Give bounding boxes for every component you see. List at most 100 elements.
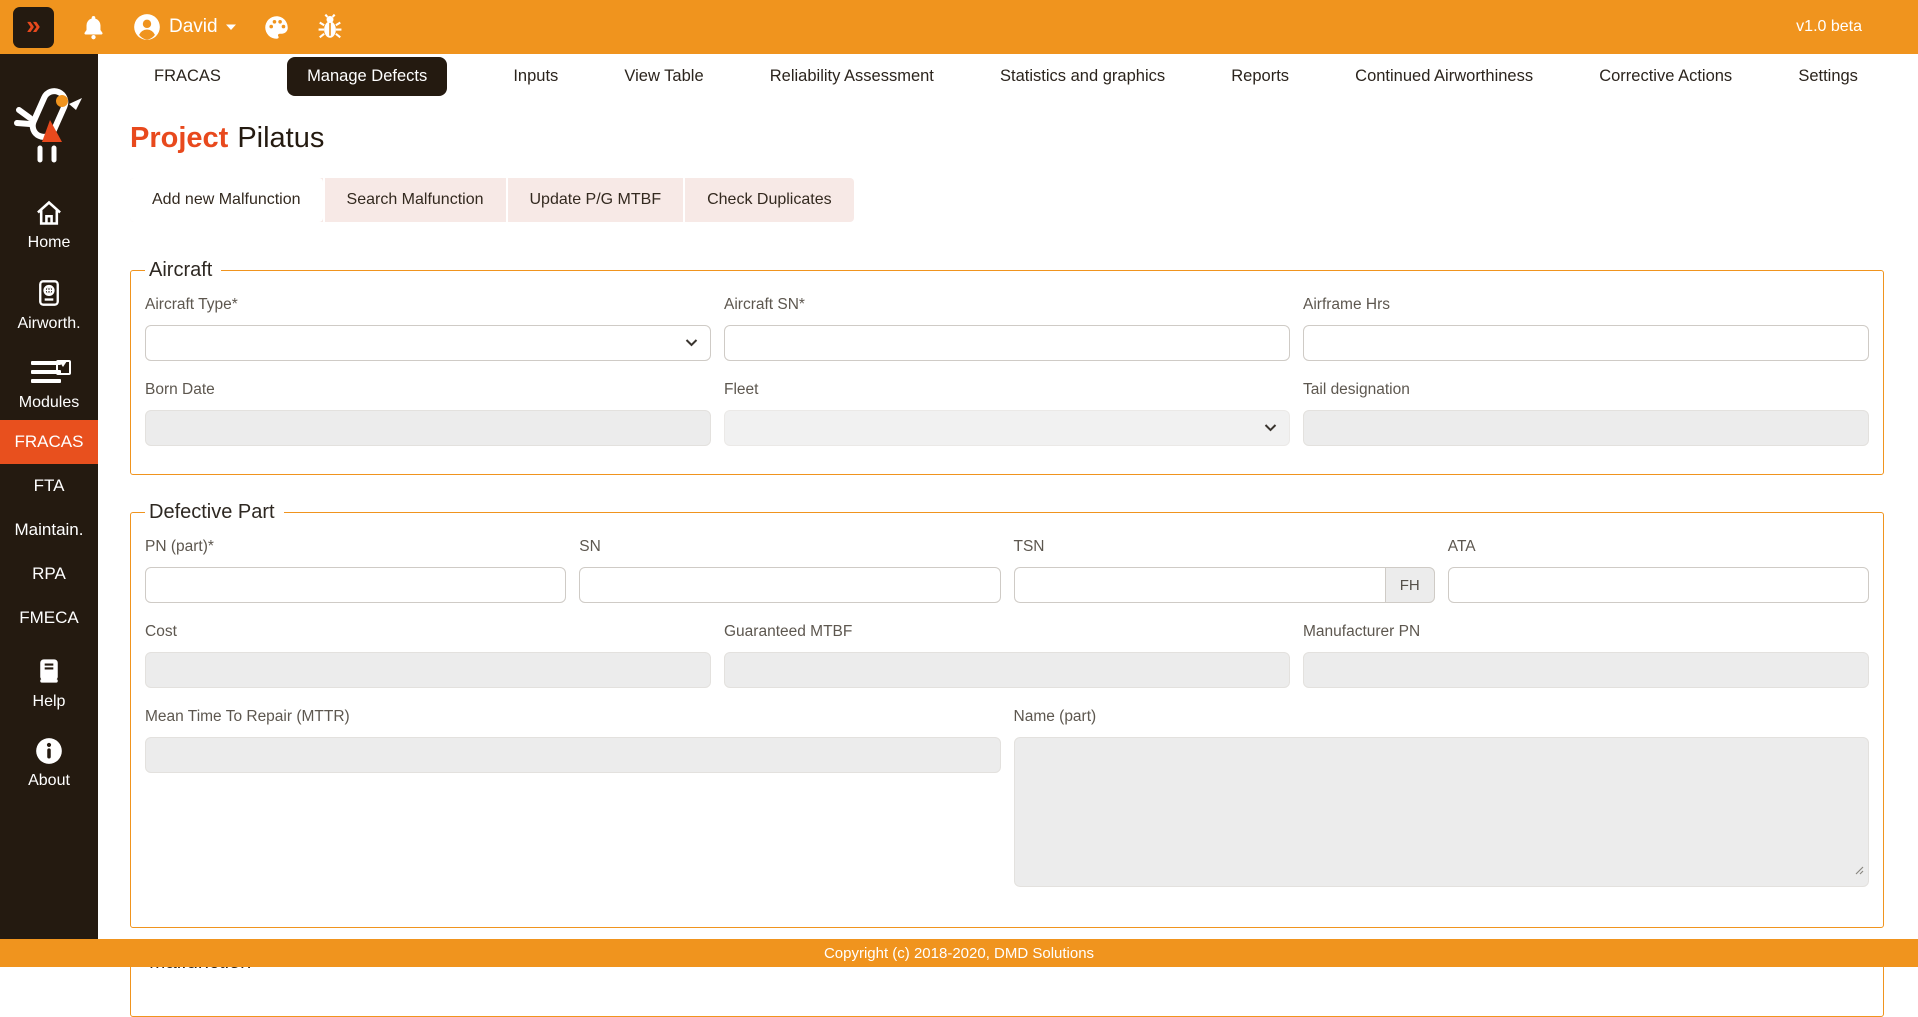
aircraft-legend: Aircraft	[145, 259, 221, 282]
module-item-rpa[interactable]: RPA	[0, 552, 98, 596]
mttr-field: Mean Time To Repair (MTTR)	[145, 708, 1001, 887]
module-list: FRACAS FTA Maintain. RPA FMECA	[0, 420, 98, 640]
sn-label: SN	[579, 538, 1000, 556]
sidebar-item-airworthiness[interactable]: Airworth.	[17, 278, 80, 333]
page-title-accent: Project	[130, 122, 228, 154]
aircraft-sn-label: Aircraft SN*	[724, 296, 1290, 314]
pn-part-field: PN (part)*	[145, 538, 566, 603]
tab-bar: Add new Malfunction Search Malfunction U…	[130, 178, 854, 222]
guaranteed-mtbf-field: Guaranteed MTBF	[724, 623, 1290, 688]
sidebar-item-label: Home	[28, 234, 71, 252]
aircraft-fieldset: Aircraft Aircraft Type* Aircraft SN* Air…	[130, 259, 1884, 475]
manufacturer-pn-input	[1303, 652, 1869, 688]
sidebar-item-help[interactable]: Help	[33, 656, 66, 711]
tail-designation-field: Tail designation	[1303, 381, 1869, 446]
sidebar-item-label: Airworth.	[17, 315, 80, 333]
modules-icon	[27, 359, 71, 387]
aircraft-type-label: Aircraft Type*	[145, 296, 711, 314]
sidebar-collapse-button[interactable]: »	[13, 7, 54, 48]
help-icon	[35, 656, 63, 686]
user-avatar-icon	[133, 13, 161, 41]
tab-add-new-malfunction[interactable]: Add new Malfunction	[130, 178, 323, 222]
mttr-label: Mean Time To Repair (MTTR)	[145, 708, 1001, 726]
airworthiness-icon	[35, 278, 63, 308]
module-item-maintain[interactable]: Maintain.	[0, 508, 98, 552]
palette-icon	[263, 14, 290, 41]
airframe-hrs-label: Airframe Hrs	[1303, 296, 1869, 314]
sidebar-item-label: Modules	[19, 394, 79, 412]
sidebar-item-label: About	[28, 772, 70, 790]
app-logo[interactable]	[12, 84, 86, 173]
nav-item-manage-defects[interactable]: Manage Defects	[287, 57, 447, 96]
sn-input[interactable]	[579, 567, 1000, 603]
theme-palette-button[interactable]	[263, 14, 290, 41]
notifications-button[interactable]	[80, 14, 107, 41]
user-menu[interactable]: David	[133, 13, 237, 41]
guaranteed-mtbf-input	[724, 652, 1290, 688]
sn-field: SN	[579, 538, 1000, 603]
sidebar-item-home[interactable]: Home	[28, 199, 71, 252]
nav-item-reliability-assessment[interactable]: Reliability Assessment	[770, 67, 934, 86]
bug-report-button[interactable]	[316, 13, 344, 41]
version-label: v1.0 beta	[1796, 18, 1862, 36]
name-part-label: Name (part)	[1014, 708, 1870, 726]
guaranteed-mtbf-label: Guaranteed MTBF	[724, 623, 1290, 641]
ata-input[interactable]	[1448, 567, 1869, 603]
name-part-textarea	[1014, 737, 1870, 887]
defective-part-legend: Defective Part	[145, 501, 284, 524]
page-title: ProjectPilatus	[130, 122, 1884, 155]
footer: Copyright (c) 2018-2020, DMD Solutions	[0, 939, 1918, 967]
ata-field: ATA	[1448, 538, 1869, 603]
aircraft-type-select[interactable]	[145, 325, 711, 361]
bug-icon	[316, 13, 344, 41]
tsn-label: TSN	[1014, 538, 1435, 556]
nav-item-corrective-actions[interactable]: Corrective Actions	[1599, 67, 1732, 86]
nav-item-fracas[interactable]: FRACAS	[154, 67, 221, 86]
cost-field: Cost	[145, 623, 711, 688]
airframe-hrs-input[interactable]	[1303, 325, 1869, 361]
nav-item-reports[interactable]: Reports	[1231, 67, 1289, 86]
tsn-unit-addon: FH	[1385, 567, 1435, 603]
born-date-field: Born Date	[145, 381, 711, 446]
sidebar-item-about[interactable]: About	[28, 737, 70, 790]
bell-icon	[80, 14, 107, 41]
manufacturer-pn-field: Manufacturer PN	[1303, 623, 1869, 688]
tab-search-malfunction[interactable]: Search Malfunction	[323, 178, 506, 222]
nav-item-continued-airworthiness[interactable]: Continued Airworthiness	[1355, 67, 1533, 86]
module-item-fta[interactable]: FTA	[0, 464, 98, 508]
aircraft-sn-field: Aircraft SN*	[724, 296, 1290, 361]
defective-part-fieldset: Defective Part PN (part)* SN TSN FH	[130, 501, 1884, 928]
ata-label: ATA	[1448, 538, 1869, 556]
pn-part-input[interactable]	[145, 567, 566, 603]
mttr-input	[145, 737, 1001, 773]
tsn-input[interactable]	[1014, 567, 1385, 603]
aircraft-sn-input[interactable]	[724, 325, 1290, 361]
manufacturer-pn-label: Manufacturer PN	[1303, 623, 1869, 641]
tsn-field: TSN FH	[1014, 538, 1435, 603]
about-icon	[35, 737, 63, 765]
chevron-down-icon	[225, 23, 237, 31]
sidebar-item-modules[interactable]: Modules	[19, 359, 79, 412]
tail-designation-input	[1303, 410, 1869, 446]
tab-check-duplicates[interactable]: Check Duplicates	[683, 178, 854, 222]
nav-item-view-table[interactable]: View Table	[624, 67, 703, 86]
fleet-select	[724, 410, 1290, 446]
fleet-field: Fleet	[724, 381, 1290, 446]
module-item-fracas[interactable]: FRACAS	[0, 420, 98, 464]
born-date-label: Born Date	[145, 381, 711, 399]
nav-item-statistics-and-graphics[interactable]: Statistics and graphics	[1000, 67, 1165, 86]
cost-label: Cost	[145, 623, 711, 641]
copyright-text: Copyright (c) 2018-2020, DMD Solutions	[824, 945, 1094, 962]
nav-item-settings[interactable]: Settings	[1798, 67, 1858, 86]
home-icon	[34, 199, 64, 227]
airframe-hrs-field: Airframe Hrs	[1303, 296, 1869, 361]
born-date-input	[145, 410, 711, 446]
aircraft-type-field: Aircraft Type*	[145, 296, 711, 361]
user-name: David	[169, 16, 218, 38]
nav-item-inputs[interactable]: Inputs	[513, 67, 558, 86]
double-chevron-icon: »	[26, 12, 40, 38]
sidebar-item-label: Help	[33, 693, 66, 711]
module-item-fmeca[interactable]: FMECA	[0, 596, 98, 640]
tab-update-pg-mtbf[interactable]: Update P/G MTBF	[506, 178, 684, 222]
sidebar: Home Airworth. Modules FRACAS FTA Mainta…	[0, 54, 98, 967]
